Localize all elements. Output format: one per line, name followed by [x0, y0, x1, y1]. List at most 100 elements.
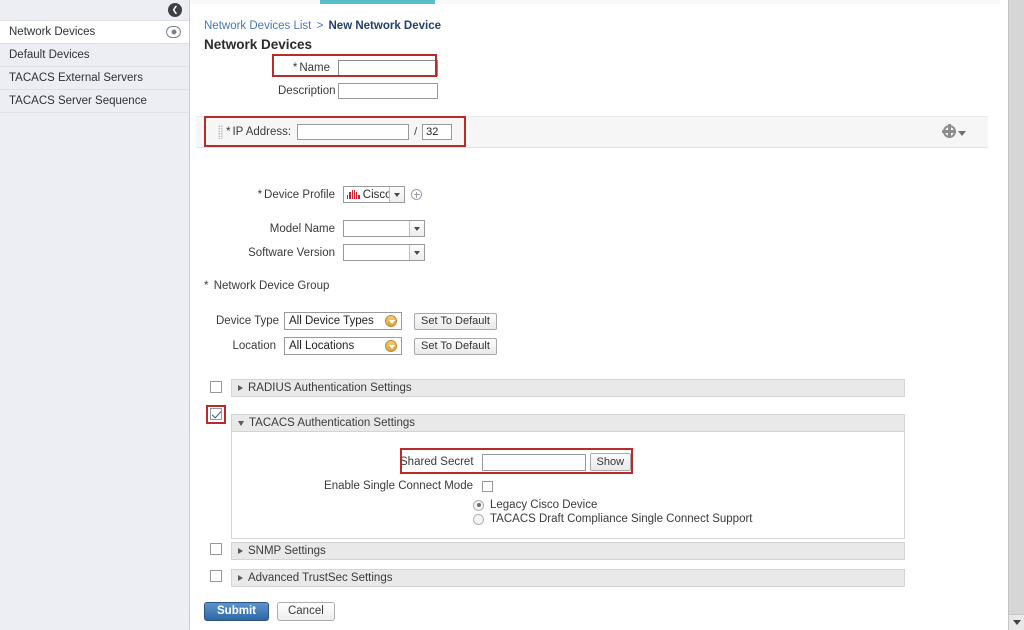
- snmp-section-label: SNMP Settings: [248, 545, 326, 557]
- name-label-text: Name: [299, 62, 330, 74]
- shared-secret-input[interactable]: [481, 453, 586, 471]
- device-profile-select[interactable]: Cisco: [343, 186, 405, 203]
- model-name-select[interactable]: [343, 220, 425, 237]
- add-circle-icon[interactable]: [411, 189, 422, 200]
- chevron-down-circle-icon[interactable]: [385, 340, 397, 352]
- main-content: Network Devices List > New Network Devic…: [190, 4, 994, 630]
- cancel-button[interactable]: Cancel: [276, 602, 335, 621]
- snmp-section-checkbox[interactable]: [210, 543, 222, 555]
- sidebar-item-label: TACACS External Servers: [9, 72, 143, 84]
- breadcrumb: Network Devices List > New Network Devic…: [204, 20, 441, 32]
- sidebar-item-network-devices[interactable]: Network Devices: [0, 21, 189, 44]
- chevron-down-icon: [958, 130, 966, 136]
- scroll-down-button[interactable]: [1009, 614, 1024, 630]
- vertical-scrollbar[interactable]: [1008, 0, 1024, 630]
- tacacs-section-header[interactable]: TACACS Authentication Settings: [231, 414, 905, 432]
- chevron-down-icon: [1013, 620, 1021, 625]
- required-asterisk: *: [257, 188, 263, 201]
- chevron-down-icon: [238, 420, 244, 426]
- software-version-row: Software Version: [230, 244, 425, 261]
- sidebar-item-label: Network Devices: [9, 26, 96, 38]
- legacy-cisco-device-radio-row[interactable]: Legacy Cisco Device: [473, 499, 597, 511]
- tacacs-draft-compliance-radio-row[interactable]: TACACS Draft Compliance Single Connect S…: [473, 513, 753, 525]
- eye-icon[interactable]: [166, 26, 181, 38]
- sidebar-item-default-devices[interactable]: Default Devices: [0, 44, 189, 67]
- software-version-select[interactable]: [343, 244, 425, 261]
- radius-section-label: RADIUS Authentication Settings: [248, 382, 412, 394]
- breadcrumb-current[interactable]: New Network Device: [329, 20, 442, 32]
- location-row: Location All Locations Set To Default: [216, 337, 497, 355]
- radius-section-checkbox[interactable]: [210, 381, 222, 393]
- tacacs-draft-compliance-label: TACACS Draft Compliance Single Connect S…: [490, 513, 753, 525]
- software-version-label: Software Version: [248, 246, 335, 259]
- model-name-label: Model Name: [269, 222, 335, 235]
- gear-settings-icon[interactable]: [941, 123, 966, 138]
- device-profile-row: * Device Profile Cisco: [230, 186, 422, 203]
- network-device-group-title-text: Network Device Group: [213, 280, 330, 292]
- name-row: * Name: [278, 60, 438, 76]
- legacy-cisco-device-radio[interactable]: [473, 499, 484, 511]
- network-device-group-title: * Network Device Group: [204, 280, 329, 292]
- location-select[interactable]: All Locations: [284, 337, 402, 355]
- ip-address-input[interactable]: [297, 124, 410, 140]
- ip-mask-input[interactable]: [422, 124, 453, 140]
- single-connect-mode-label: Enable Single Connect Mode: [324, 480, 473, 492]
- device-type-select[interactable]: All Device Types: [284, 312, 402, 330]
- required-asterisk: *: [226, 126, 231, 138]
- radius-section-header[interactable]: RADIUS Authentication Settings: [231, 379, 905, 397]
- chevron-down-icon[interactable]: [389, 187, 404, 202]
- left-sidebar: ❮ Network Devices Default Devices TACACS…: [0, 0, 190, 630]
- chevron-down-icon[interactable]: [409, 221, 424, 236]
- submit-button[interactable]: Submit: [204, 602, 269, 621]
- required-asterisk: *: [292, 62, 298, 74]
- ip-address-label: * IP Address:: [226, 126, 291, 138]
- chevron-right-icon: [238, 575, 243, 581]
- ip-address-label-text: IP Address:: [232, 126, 292, 138]
- breadcrumb-parent-link[interactable]: Network Devices List: [204, 20, 311, 32]
- description-label: Description: [278, 85, 336, 97]
- single-connect-mode-row: Enable Single Connect Mode: [258, 480, 493, 492]
- location-value: All Locations: [289, 340, 355, 352]
- device-profile-label-text: Device Profile: [264, 188, 335, 201]
- chevron-right-icon: [238, 385, 243, 391]
- device-type-row: Device Type All Device Types Set To Defa…: [216, 312, 497, 330]
- ip-mask-separator: /: [414, 126, 418, 138]
- required-asterisk: *: [204, 280, 209, 292]
- form-actions: Submit Cancel: [204, 602, 335, 621]
- chevron-down-circle-icon[interactable]: [385, 315, 397, 327]
- breadcrumb-separator: >: [316, 20, 324, 32]
- ip-address-field-group: * IP Address: /: [218, 124, 453, 140]
- chevron-down-icon[interactable]: [409, 245, 424, 260]
- drag-handle-icon[interactable]: [218, 125, 223, 139]
- application-window: ❮ Network Devices Default Devices TACACS…: [0, 0, 1024, 630]
- sidebar-item-tacacs-external-servers[interactable]: TACACS External Servers: [0, 67, 189, 90]
- sidebar-item-tacacs-server-sequence[interactable]: TACACS Server Sequence: [0, 90, 189, 113]
- collapse-left-icon[interactable]: ❮: [168, 3, 182, 17]
- trustsec-section-header[interactable]: Advanced TrustSec Settings: [231, 569, 905, 587]
- shared-secret-show-button[interactable]: Show: [589, 453, 632, 471]
- name-input[interactable]: [338, 60, 438, 76]
- shared-secret-row: Shared Secret Show: [400, 453, 632, 471]
- tacacs-section-checkbox[interactable]: [210, 408, 222, 420]
- sidebar-header: ❮: [0, 0, 189, 21]
- device-type-label: Device Type: [216, 315, 280, 327]
- device-type-set-default-button[interactable]: Set To Default: [414, 312, 497, 330]
- legacy-cisco-device-label: Legacy Cisco Device: [490, 499, 598, 511]
- device-profile-label: * Device Profile: [230, 189, 335, 201]
- chevron-right-icon: [238, 548, 243, 554]
- trustsec-section-checkbox[interactable]: [210, 570, 222, 582]
- description-input[interactable]: [338, 83, 438, 99]
- sidebar-item-label: TACACS Server Sequence: [9, 95, 147, 107]
- snmp-section-header[interactable]: SNMP Settings: [231, 542, 905, 560]
- location-label: Location: [232, 340, 276, 352]
- device-type-value: All Device Types: [289, 315, 374, 327]
- name-label: * Name: [278, 62, 330, 74]
- page-title: Network Devices: [204, 37, 313, 52]
- single-connect-mode-checkbox[interactable]: [482, 480, 493, 492]
- description-row: Description: [278, 83, 438, 99]
- tacacs-draft-compliance-radio[interactable]: [473, 513, 484, 525]
- sidebar-item-label: Default Devices: [9, 49, 90, 61]
- trustsec-section-label: Advanced TrustSec Settings: [248, 572, 393, 584]
- gear-glyph: [941, 123, 956, 138]
- location-set-default-button[interactable]: Set To Default: [414, 337, 497, 355]
